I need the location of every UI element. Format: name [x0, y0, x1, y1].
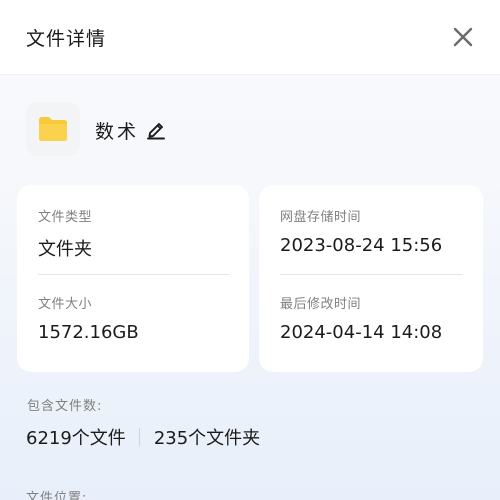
page-title: 文件详情 — [26, 28, 107, 50]
pencil-icon — [147, 123, 165, 140]
modified-time-value: 2024-04-14 14:08 — [280, 322, 443, 343]
folder-count: 235个文件夹 — [153, 428, 261, 449]
close-icon — [453, 27, 473, 47]
folder-icon — [39, 117, 67, 141]
location-label: 文件位置: — [26, 491, 88, 500]
folder-name: 数术 — [95, 121, 140, 143]
header-bar: 文件详情 — [0, 0, 500, 75]
time-card: 网盘存储时间 2023-08-24 15:56 最后修改时间 2024-04-1… — [259, 185, 483, 372]
stored-time-label: 网盘存储时间 — [280, 210, 362, 225]
contains-counts: 6219个文件 235个文件夹 — [26, 424, 260, 450]
card-divider — [280, 274, 463, 275]
edit-name-button[interactable] — [145, 118, 167, 140]
count-separator — [138, 428, 140, 446]
file-size-value: 1572.16GB — [38, 322, 139, 343]
file-count: 6219个文件 — [26, 428, 126, 449]
file-size-label: 文件大小 — [38, 297, 93, 312]
stored-time-value: 2023-08-24 15:56 — [280, 235, 443, 256]
close-button[interactable] — [448, 22, 478, 52]
folder-icon-tile — [26, 102, 80, 156]
modified-time-label: 最后修改时间 — [280, 297, 362, 312]
file-type-label: 文件类型 — [38, 210, 93, 225]
card-divider — [38, 274, 229, 275]
type-size-card: 文件类型 文件夹 文件大小 1572.16GB — [17, 185, 249, 372]
contains-label: 包含文件数: — [27, 399, 103, 414]
file-type-value: 文件夹 — [38, 239, 92, 260]
